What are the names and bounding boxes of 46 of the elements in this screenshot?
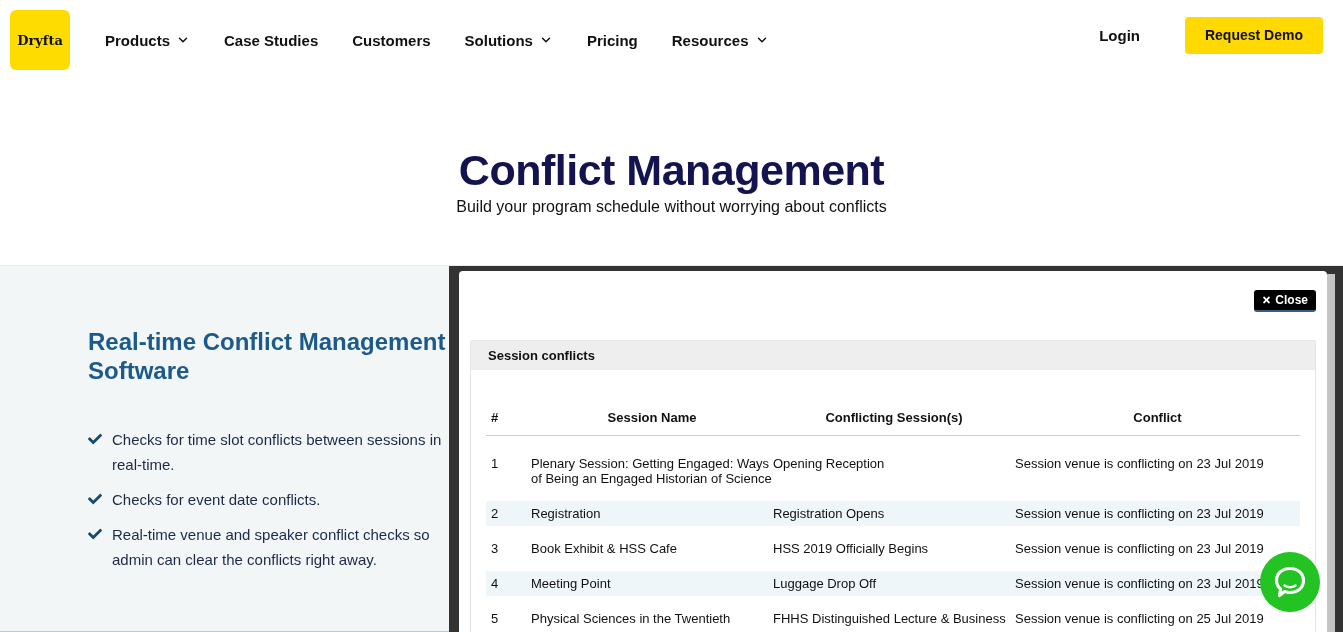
check-icon — [88, 432, 102, 446]
page-subtitle: Build your program schedule without worrying about conflicts — [456, 197, 887, 217]
table-cell-text: Opening Reception — [773, 456, 885, 473]
table-cell: 5 — [491, 611, 499, 626]
logo[interactable]: Dryfta — [10, 10, 70, 70]
table-cell: Book Exhibit & HSS Cafe — [531, 541, 677, 556]
column-header: # — [491, 410, 499, 425]
close-button[interactable]: Close — [1254, 290, 1316, 312]
table-cell: FHHS Distinguished Lecture & Business — [773, 611, 1006, 626]
table-cell-text: 1 — [491, 456, 499, 473]
check-icon — [88, 492, 102, 506]
nav-link[interactable]: Pricing — [586, 31, 638, 49]
feature-text: Checks for time slot conflicts between sessions in real-time. — [112, 430, 443, 475]
nav-link[interactable]: Solutions — [464, 31, 553, 49]
table-cell: Plenary Session: Getting Engaged: Ways of Being an Engaged Historian of Science — [531, 456, 773, 486]
table-cell: Session venue is conflicting on 23 Jul 2019 — [1015, 541, 1264, 556]
nav-link[interactable]: Case Studies — [224, 31, 319, 49]
feature-heading: Real-time Conflict Management Software — [88, 327, 447, 385]
column-header: Conflicting Session(s) — [825, 410, 963, 425]
table-cell: Physical Sciences in the Twentieth — [531, 611, 731, 626]
column-header: Session Name — [607, 410, 697, 425]
table-cell: Registration — [531, 506, 601, 521]
table-cell: Session venue is conflicting on 23 Jul 2019 — [1015, 506, 1264, 521]
table-cell: Registration Opens — [773, 506, 885, 521]
request-demo-button[interactable]: Request Demo — [1184, 16, 1323, 54]
table-cell: Luggage Drop Off — [773, 576, 877, 591]
table-cell: 2 — [491, 506, 499, 521]
table-cell-text: Session venue is conflicting on 23 Jul 2019 — [1015, 456, 1264, 473]
panel-header: Session conflicts — [471, 341, 1315, 370]
page-title: Conflict Management — [458, 145, 885, 196]
feature-text: Checks for event date conflicts. — [112, 490, 322, 510]
column-header: Conflict — [1133, 410, 1182, 425]
table-cell: HSS 2019 Officially Begins — [773, 541, 929, 556]
login-link[interactable]: Login — [1099, 26, 1140, 44]
table-cell: 4 — [491, 576, 499, 591]
nav-link[interactable]: Customers — [352, 31, 431, 49]
nav-link[interactable]: Resources — [671, 31, 769, 49]
table-cell: Session venue is conflicting on 25 Jul 2019 — [1015, 611, 1264, 626]
feature-text: Real-time venue and speaker conflict checks so admin can clear the conflicts right away. — [112, 525, 431, 570]
table-cell: Meeting Point — [531, 576, 611, 591]
check-icon — [88, 527, 102, 541]
speech-bubble-icon — [1272, 564, 1308, 600]
nav-link[interactable]: Products — [105, 31, 190, 49]
scrollbar[interactable] — [1327, 274, 1335, 632]
close-icon — [1262, 295, 1272, 305]
table-cell: 3 — [491, 541, 499, 556]
